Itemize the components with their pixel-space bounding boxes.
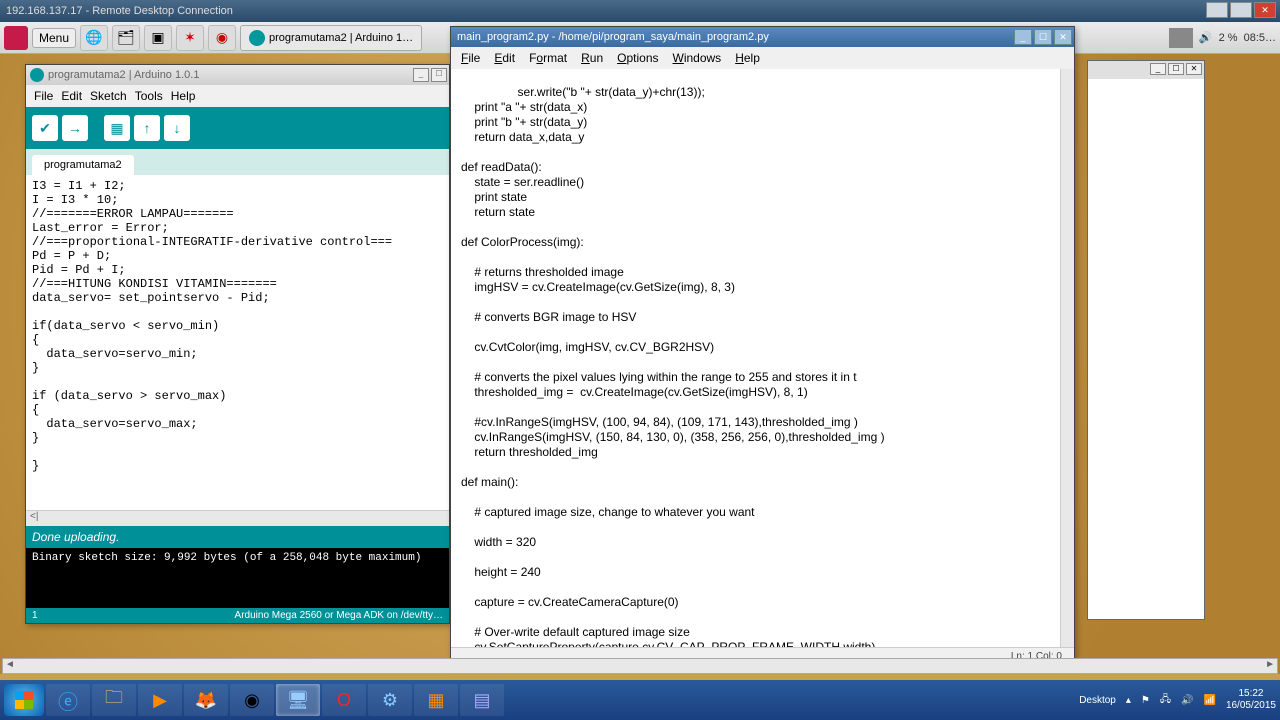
save-button[interactable]: ↓ [164,115,190,141]
arduino-window: programutama2 | Arduino 1.0.1 _ ☐ File E… [25,64,450,624]
idle-code-editor[interactable]: ser.write("b "+ str(data_y)+chr(13)); pr… [451,69,1074,647]
taskbar-ie-icon[interactable]: ⓔ [46,684,90,716]
file-manager-icon[interactable]: 🗂 [112,25,140,51]
arduino-menu-edit[interactable]: Edit [61,89,82,103]
wolfram-icon[interactable]: ◉ [208,25,236,51]
idle-menu-help[interactable]: Help [735,51,760,65]
tray-signal-icon[interactable]: 📶 [1203,695,1215,706]
windows-taskbar: ⓔ 🗀 ▶ 🦊 ◉ 🖥 O ⚙ ▦ ▤ Desktop ▴ ⚑ 🖧 🔊 📶 15… [0,680,1280,720]
arduino-titlebar[interactable]: programutama2 | Arduino 1.0.1 _ ☐ [26,65,449,85]
tray-flag-icon[interactable]: ⚑ [1141,695,1150,706]
taskbar-firefox-icon[interactable]: 🦊 [184,684,228,716]
rdc-titlebar: 192.168.137.17 - Remote Desktop Connecti… [0,0,1280,22]
arduino-board-info: Arduino Mega 2560 or Mega ADK on /dev/tt… [62,610,443,621]
arduino-code-editor[interactable]: I3 = I1 + I2; I = I3 * 10; //=======ERRO… [26,175,449,510]
web-browser-icon[interactable]: 🌐 [80,25,108,51]
taskbar-explorer-icon[interactable]: 🗀 [92,684,136,716]
arduino-menu-help[interactable]: Help [171,89,196,103]
idle-min-button[interactable]: _ [1014,29,1032,45]
rpi-system-tray: 🔊 2 % 08:5… [1169,28,1276,48]
tray-network-icon[interactable]: 🖧 [1160,692,1171,709]
idle-window: main_program2.py - /home/pi/program_saya… [450,26,1075,666]
verify-button[interactable]: ✔ [32,115,58,141]
idle-close-button[interactable]: ✕ [1054,29,1072,45]
idle-menu-format[interactable]: Format [529,51,567,65]
open-button[interactable]: ↑ [134,115,160,141]
blank-close-button[interactable]: ✕ [1186,63,1202,75]
arduino-console: Binary sketch size: 9,992 bytes (of a 25… [26,548,449,608]
idle-max-button[interactable]: ☐ [1034,29,1052,45]
idle-menu-run[interactable]: Run [581,51,603,65]
upload-button[interactable]: → [62,115,88,141]
arduino-footer: 1 Arduino Mega 2560 or Mega ADK on /dev/… [26,608,449,623]
taskbar-opera-icon[interactable]: O [322,684,366,716]
windows-system-tray: Desktop ▴ ⚑ 🖧 🔊 📶 15:22 16/05/2015 [1079,688,1276,712]
blank-window: _ ☐ ✕ [1087,60,1205,620]
rpi-desktop: _ ☐ ✕ programutama2 | Arduino 1.0.1 _ ☐ … [0,54,1280,674]
arduino-menubar: File Edit Sketch Tools Help [26,85,449,107]
rpi-clock: 08:5… [1244,32,1276,44]
arduino-menu-file[interactable]: File [34,89,53,103]
taskbar-app2-icon[interactable]: ▦ [414,684,458,716]
arduino-icon [249,30,265,46]
arduino-tab[interactable]: programutama2 [32,155,134,175]
new-button[interactable]: ▦ [104,115,130,141]
rpi-menu-icon[interactable] [4,26,28,50]
arduino-h-scrollbar[interactable]: <| [26,510,449,526]
rdc-minimize-button[interactable]: — [1206,2,1228,18]
arduino-max-button[interactable]: ☐ [431,68,447,82]
rdc-maximize-button[interactable]: ☐ [1230,2,1252,18]
desktop-h-scrollbar[interactable] [2,658,1278,674]
arduino-line-number: 1 [32,610,62,621]
mathematica-icon[interactable]: ✶ [176,25,204,51]
tray-volume-icon[interactable]: 🔊 [1181,695,1193,706]
start-button[interactable] [4,684,44,716]
taskbar-app1-icon[interactable]: ⚙ [368,684,412,716]
idle-menu-edit[interactable]: Edit [494,51,515,65]
arduino-tabbar: programutama2 [26,149,449,175]
idle-menubar: File Edit Format Run Options Windows Hel… [451,47,1074,69]
arduino-toolbar: ✔ → ▦ ↑ ↓ [26,107,449,149]
taskbar-rdc-icon[interactable]: 🖥 [276,684,320,716]
rpi-menu-button[interactable]: Menu [32,28,76,48]
taskbar-chrome-icon[interactable]: ◉ [230,684,274,716]
idle-titlebar[interactable]: main_program2.py - /home/pi/program_saya… [451,27,1074,47]
idle-menu-windows[interactable]: Windows [673,51,722,65]
rdc-close-button[interactable]: ✕ [1254,2,1276,18]
arduino-menu-sketch[interactable]: Sketch [90,89,127,103]
volume-icon[interactable]: 🔊 [1199,31,1213,44]
taskbar-app3-icon[interactable]: ▤ [460,684,504,716]
cpu-percent: 2 % [1219,32,1238,44]
arduino-menu-tools[interactable]: Tools [135,89,163,103]
arduino-app-icon [30,68,44,82]
tray-chevron-icon[interactable]: ▴ [1126,695,1131,706]
arduino-min-button[interactable]: _ [413,68,429,82]
blank-min-button[interactable]: _ [1150,63,1166,75]
idle-menu-file[interactable]: File [461,51,480,65]
network-icon[interactable] [1169,28,1193,48]
blank-max-button[interactable]: ☐ [1168,63,1184,75]
arduino-status: Done uploading. [26,526,449,548]
rdc-title-text: 192.168.137.17 - Remote Desktop Connecti… [6,5,233,17]
idle-menu-options[interactable]: Options [617,51,658,65]
idle-v-scrollbar[interactable] [1060,69,1074,647]
windows-clock[interactable]: 15:22 16/05/2015 [1226,688,1276,712]
desktop-toolbar-label[interactable]: Desktop [1079,695,1116,706]
terminal-icon[interactable]: ▣ [144,25,172,51]
taskbar-wmp-icon[interactable]: ▶ [138,684,182,716]
taskbar-arduino-window[interactable]: programutama2 | Arduino 1… [240,25,422,51]
